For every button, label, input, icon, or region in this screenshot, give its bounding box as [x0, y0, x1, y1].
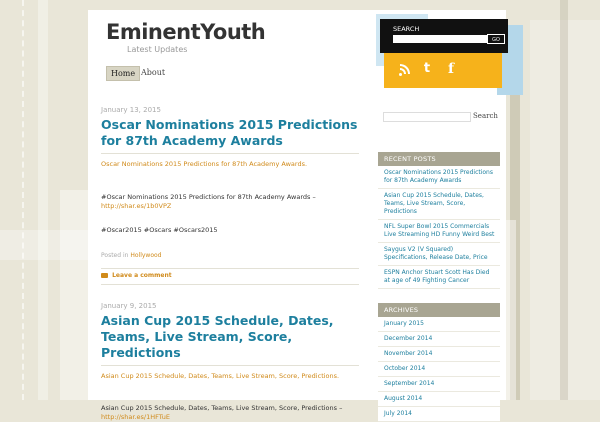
twitter-icon[interactable]: t — [420, 62, 434, 76]
recent-post-link[interactable]: Asian Cup 2015 Schedule, Dates, Teams, L… — [378, 189, 500, 220]
sidebar-search-input[interactable] — [383, 112, 471, 122]
recent-post-link[interactable]: NFL Super Bowl 2015 Commercials Live Str… — [378, 220, 500, 243]
widget-title: ARCHIVES — [378, 303, 500, 317]
post-excerpt[interactable]: Asian Cup 2015 Schedule, Dates, Teams, L… — [101, 372, 359, 380]
archive-link[interactable]: September 2014 — [378, 377, 500, 392]
social-links: t f — [384, 53, 502, 88]
meta-divider — [101, 268, 359, 269]
recent-posts-widget: RECENT POSTS Oscar Nominations 2015 Pred… — [378, 152, 500, 289]
leave-comment-label[interactable]: Leave a comment — [112, 272, 172, 279]
post-title[interactable]: Asian Cup 2015 Schedule, Dates, Teams, L… — [101, 313, 359, 361]
post-date: January 13, 2015 — [101, 106, 161, 114]
site-tagline: Latest Updates — [127, 45, 188, 54]
post-date: January 9, 2015 — [101, 302, 157, 310]
post-divider — [101, 284, 359, 285]
post-hashtags: #Oscar2015 #Oscars #Oscars2015 — [101, 226, 218, 234]
recent-post-link[interactable]: ESPN Anchor Stuart Scott Has Died at age… — [378, 266, 500, 289]
title-divider — [101, 153, 359, 154]
facebook-icon[interactable]: f — [444, 62, 458, 76]
widget-title: RECENT POSTS — [378, 152, 500, 166]
header-search-input[interactable] — [393, 35, 488, 43]
nav-home[interactable]: Home — [106, 66, 141, 81]
post-body-line: #Oscar Nominations 2015 Predictions for … — [101, 193, 316, 201]
post-body-line: Asian Cup 2015 Schedule, Dates, Teams, L… — [101, 404, 343, 412]
comment-icon — [101, 273, 108, 278]
leave-comment[interactable]: Leave a comment — [101, 272, 172, 279]
sidebar-search: Search — [383, 110, 501, 124]
post-article: January 13, 2015 Oscar Nominations 2015 … — [101, 106, 359, 285]
post-meta: Posted in Hollywood — [101, 252, 359, 259]
search-go-button[interactable]: GO — [487, 34, 505, 44]
site-title[interactable]: EminentYouth — [106, 20, 266, 44]
archive-link[interactable]: November 2014 — [378, 347, 500, 362]
background-stripe — [38, 0, 48, 400]
archive-link[interactable]: December 2014 — [378, 332, 500, 347]
post-article: January 9, 2015 Asian Cup 2015 Schedule,… — [101, 302, 359, 422]
post-excerpt[interactable]: Oscar Nominations 2015 Predictions for 8… — [101, 160, 359, 168]
posted-in-label: Posted in — [101, 252, 129, 259]
rss-icon[interactable] — [398, 62, 412, 76]
title-divider — [101, 365, 359, 366]
post-body-text: #Oscar Nominations 2015 Predictions for … — [101, 193, 359, 211]
post-category-link[interactable]: Hollywood — [130, 252, 161, 259]
background-dashed-line — [22, 0, 28, 400]
recent-post-link[interactable]: Saygus V2 (V Squared) Specifications, Re… — [378, 243, 500, 266]
post-share-link[interactable]: http://shar.es/1HFTuE — [101, 413, 359, 422]
recent-post-link[interactable]: Oscar Nominations 2015 Predictions for 8… — [378, 166, 500, 189]
header-search: SEARCH GO — [380, 19, 508, 53]
archive-link[interactable]: October 2014 — [378, 362, 500, 377]
archives-widget: ARCHIVES January 2015 December 2014 Nove… — [378, 303, 500, 422]
post-title[interactable]: Oscar Nominations 2015 Predictions for 8… — [101, 117, 359, 149]
background-block — [60, 190, 88, 400]
sidebar-search-button[interactable]: Search — [473, 110, 501, 122]
search-label: SEARCH — [393, 25, 420, 33]
background-stripe — [560, 0, 568, 400]
archive-link[interactable]: July 2014 — [378, 407, 500, 422]
nav-about[interactable]: About — [137, 66, 169, 79]
archive-link[interactable]: January 2015 — [378, 317, 500, 332]
post-body-text: Asian Cup 2015 Schedule, Dates, Teams, L… — [101, 404, 359, 422]
post-share-link[interactable]: http://shar.es/1b0VPZ — [101, 202, 359, 211]
